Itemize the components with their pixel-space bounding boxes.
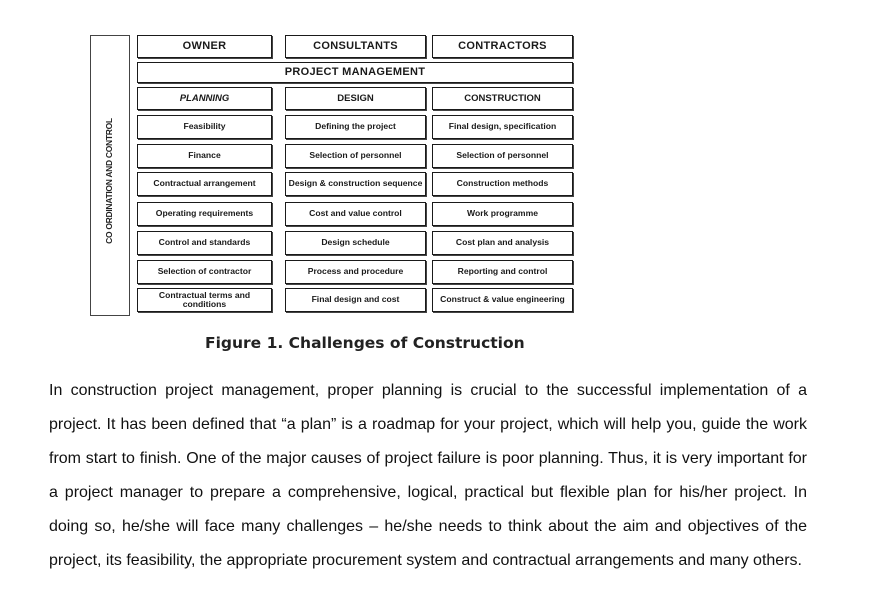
cell-contractor-3: Construction methods [432, 172, 573, 196]
coordination-control-bar: CO ORDINATION AND CONTROL [90, 35, 130, 316]
cell-contractor-5: Cost plan and analysis [432, 231, 573, 255]
cell-contractor-1: Final design, specification [432, 115, 573, 139]
cell-owner-1: Feasibility [137, 115, 272, 139]
figure-caption: Figure 1. Challenges of Construction [205, 334, 525, 352]
cell-consultant-4: Cost and value control [285, 202, 426, 226]
project-management-bar: PROJECT MANAGEMENT [137, 62, 573, 83]
header-owner: OWNER [137, 35, 272, 58]
coordination-control-label: CO ORDINATION AND CONTROL [104, 118, 114, 244]
cell-consultant-2: Selection of personnel [285, 144, 426, 168]
cell-consultant-6: Process and procedure [285, 260, 426, 284]
cell-contractor-6: Reporting and control [432, 260, 573, 284]
cell-owner-4: Operating requirements [137, 202, 272, 226]
cell-consultant-1: Defining the project [285, 115, 426, 139]
cell-owner-6: Selection of contractor [137, 260, 272, 284]
phase-construction: CONSTRUCTION [432, 87, 573, 110]
body-paragraph: In construction project management, prop… [49, 374, 807, 578]
cell-contractor-4: Work programme [432, 202, 573, 226]
paragraph-text: In construction project management, prop… [49, 382, 807, 569]
cell-consultant-5: Design schedule [285, 231, 426, 255]
cell-contractor-2: Selection of personnel [432, 144, 573, 168]
phase-planning: PLANNING [137, 87, 272, 110]
header-consultants: CONSULTANTS [285, 35, 426, 58]
phase-design: DESIGN [285, 87, 426, 110]
cell-owner-7: Contractual terms and conditions [137, 288, 272, 312]
header-contractors: CONTRACTORS [432, 35, 573, 58]
cell-owner-5: Control and standards [137, 231, 272, 255]
cell-consultant-3: Design & construction sequence [285, 172, 426, 196]
cell-contractor-7: Construct & value engineering [432, 288, 573, 312]
cell-owner-3: Contractual arrangement [137, 172, 272, 196]
cell-owner-2: Finance [137, 144, 272, 168]
cell-consultant-7: Final design and cost [285, 288, 426, 312]
